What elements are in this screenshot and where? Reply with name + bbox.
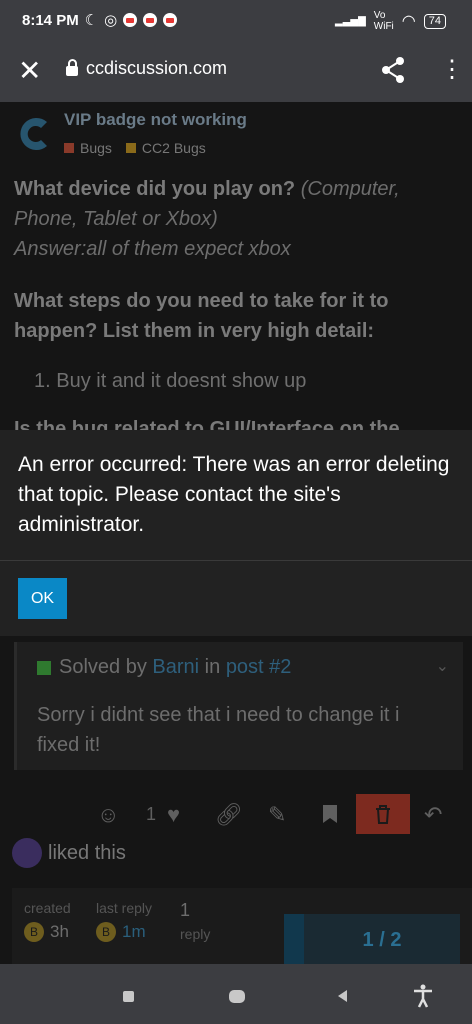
share-icon[interactable]	[380, 56, 406, 84]
solution-box: Solved by Barni in post #2 ⌄ Sorry i did…	[14, 642, 463, 770]
home-button[interactable]	[229, 990, 245, 1003]
liked-text: liked this	[48, 841, 126, 864]
reply-label: reply	[180, 926, 211, 942]
avatar[interactable]: B	[24, 922, 44, 942]
close-icon[interactable]: ✕	[18, 57, 41, 85]
lock-icon	[66, 58, 78, 76]
check-icon	[37, 660, 51, 675]
topic-categories: Bugs CC2 Bugs	[64, 140, 206, 156]
solution-text: Sorry i didnt see that i need to change …	[37, 704, 400, 756]
post-question-1: What device did you play on? (Computer, …	[14, 174, 454, 264]
browser-toolbar: ✕ ccdiscussion.com ⋮	[0, 40, 472, 102]
category-bugs[interactable]: Bugs	[80, 140, 112, 156]
sync-icon: ◎	[104, 12, 118, 29]
recent-apps-button[interactable]	[123, 991, 134, 1002]
back-button[interactable]	[338, 990, 347, 1002]
reply-icon[interactable]: ↶	[424, 802, 442, 828]
error-message: An error occurred: There was an error de…	[18, 453, 450, 536]
topic-title[interactable]: VIP badge not working	[64, 110, 247, 130]
status-bar: 8:14 PM ☾ ◎ ▂▃▅▇ Vo WiFi ◠ 74	[0, 0, 472, 40]
more-options-icon[interactable]: ⋮	[440, 58, 464, 82]
wifi-icon: ◠	[401, 13, 416, 30]
trash-icon	[376, 805, 390, 824]
emoji-reaction-icon[interactable]: ☺	[97, 802, 119, 828]
step-list-item: 1. Buy it and it doesnt show up	[34, 370, 307, 392]
status-right: ▂▃▅▇ Vo WiFi ◠ 74	[335, 10, 446, 32]
youtube-icon	[143, 13, 158, 27]
post-actions: ☺ 1 ♥ 🔗︎ ✎ ↶	[0, 794, 472, 844]
created-label: created	[24, 900, 71, 916]
avatar[interactable]: B	[96, 922, 116, 942]
site-logo	[20, 118, 47, 150]
chevron-down-icon[interactable]: ⌄	[436, 656, 449, 676]
solved-by-line: Solved by Barni in post #2	[37, 656, 291, 679]
category-cc2-bugs[interactable]: CC2 Bugs	[142, 140, 206, 156]
system-nav-bar	[0, 964, 472, 1024]
last-reply-label: last reply	[96, 900, 153, 916]
reply-count: 1	[180, 900, 191, 920]
battery-icon: 74	[423, 13, 446, 29]
liked-by-line: liked this	[12, 838, 126, 868]
question-text: What device did you play on?	[14, 178, 296, 200]
youtube-icon	[163, 13, 178, 27]
solver-user-link[interactable]: Barni	[152, 656, 199, 678]
solution-post-link[interactable]: post #2	[226, 656, 292, 678]
answer-text: Answer:all of them expect xbox	[14, 238, 291, 260]
heart-icon[interactable]: ♥	[167, 802, 180, 828]
delete-button[interactable]	[356, 794, 410, 834]
avatar[interactable]	[12, 838, 42, 868]
link-icon[interactable]: 🔗︎	[215, 802, 243, 828]
post-progress-indicator[interactable]: 1 / 2	[284, 914, 460, 966]
post-question-2: What steps do you need to take for it to…	[14, 290, 389, 342]
last-reply-value: B 1m	[96, 922, 146, 942]
youtube-icon	[123, 13, 138, 27]
like-count: 1	[146, 804, 157, 824]
url-text: ccdiscussion.com	[86, 58, 228, 78]
vowifi-label: Vo WiFi	[373, 10, 394, 32]
moon-icon: ☾	[84, 12, 99, 29]
dialog-divider	[0, 560, 472, 561]
post-question-3: Is the bug related to GUI/Interface on t…	[14, 418, 400, 430]
bookmark-icon[interactable]	[322, 804, 338, 824]
status-time: 8:14 PM	[22, 11, 79, 29]
address-bar[interactable]: ccdiscussion.com	[66, 58, 227, 79]
ok-button[interactable]: OK	[18, 578, 67, 619]
accessibility-icon[interactable]	[412, 984, 434, 1008]
notification-icons: ☾ ◎	[85, 11, 178, 29]
signal-icon: ▂▃▅▇	[335, 15, 366, 27]
category-color-badge	[64, 143, 74, 153]
created-value: B 3h	[24, 922, 69, 942]
category-color-badge	[125, 143, 136, 153]
error-dialog: An error occurred: There was an error de…	[0, 430, 472, 636]
pencil-icon[interactable]: ✎	[268, 802, 286, 828]
